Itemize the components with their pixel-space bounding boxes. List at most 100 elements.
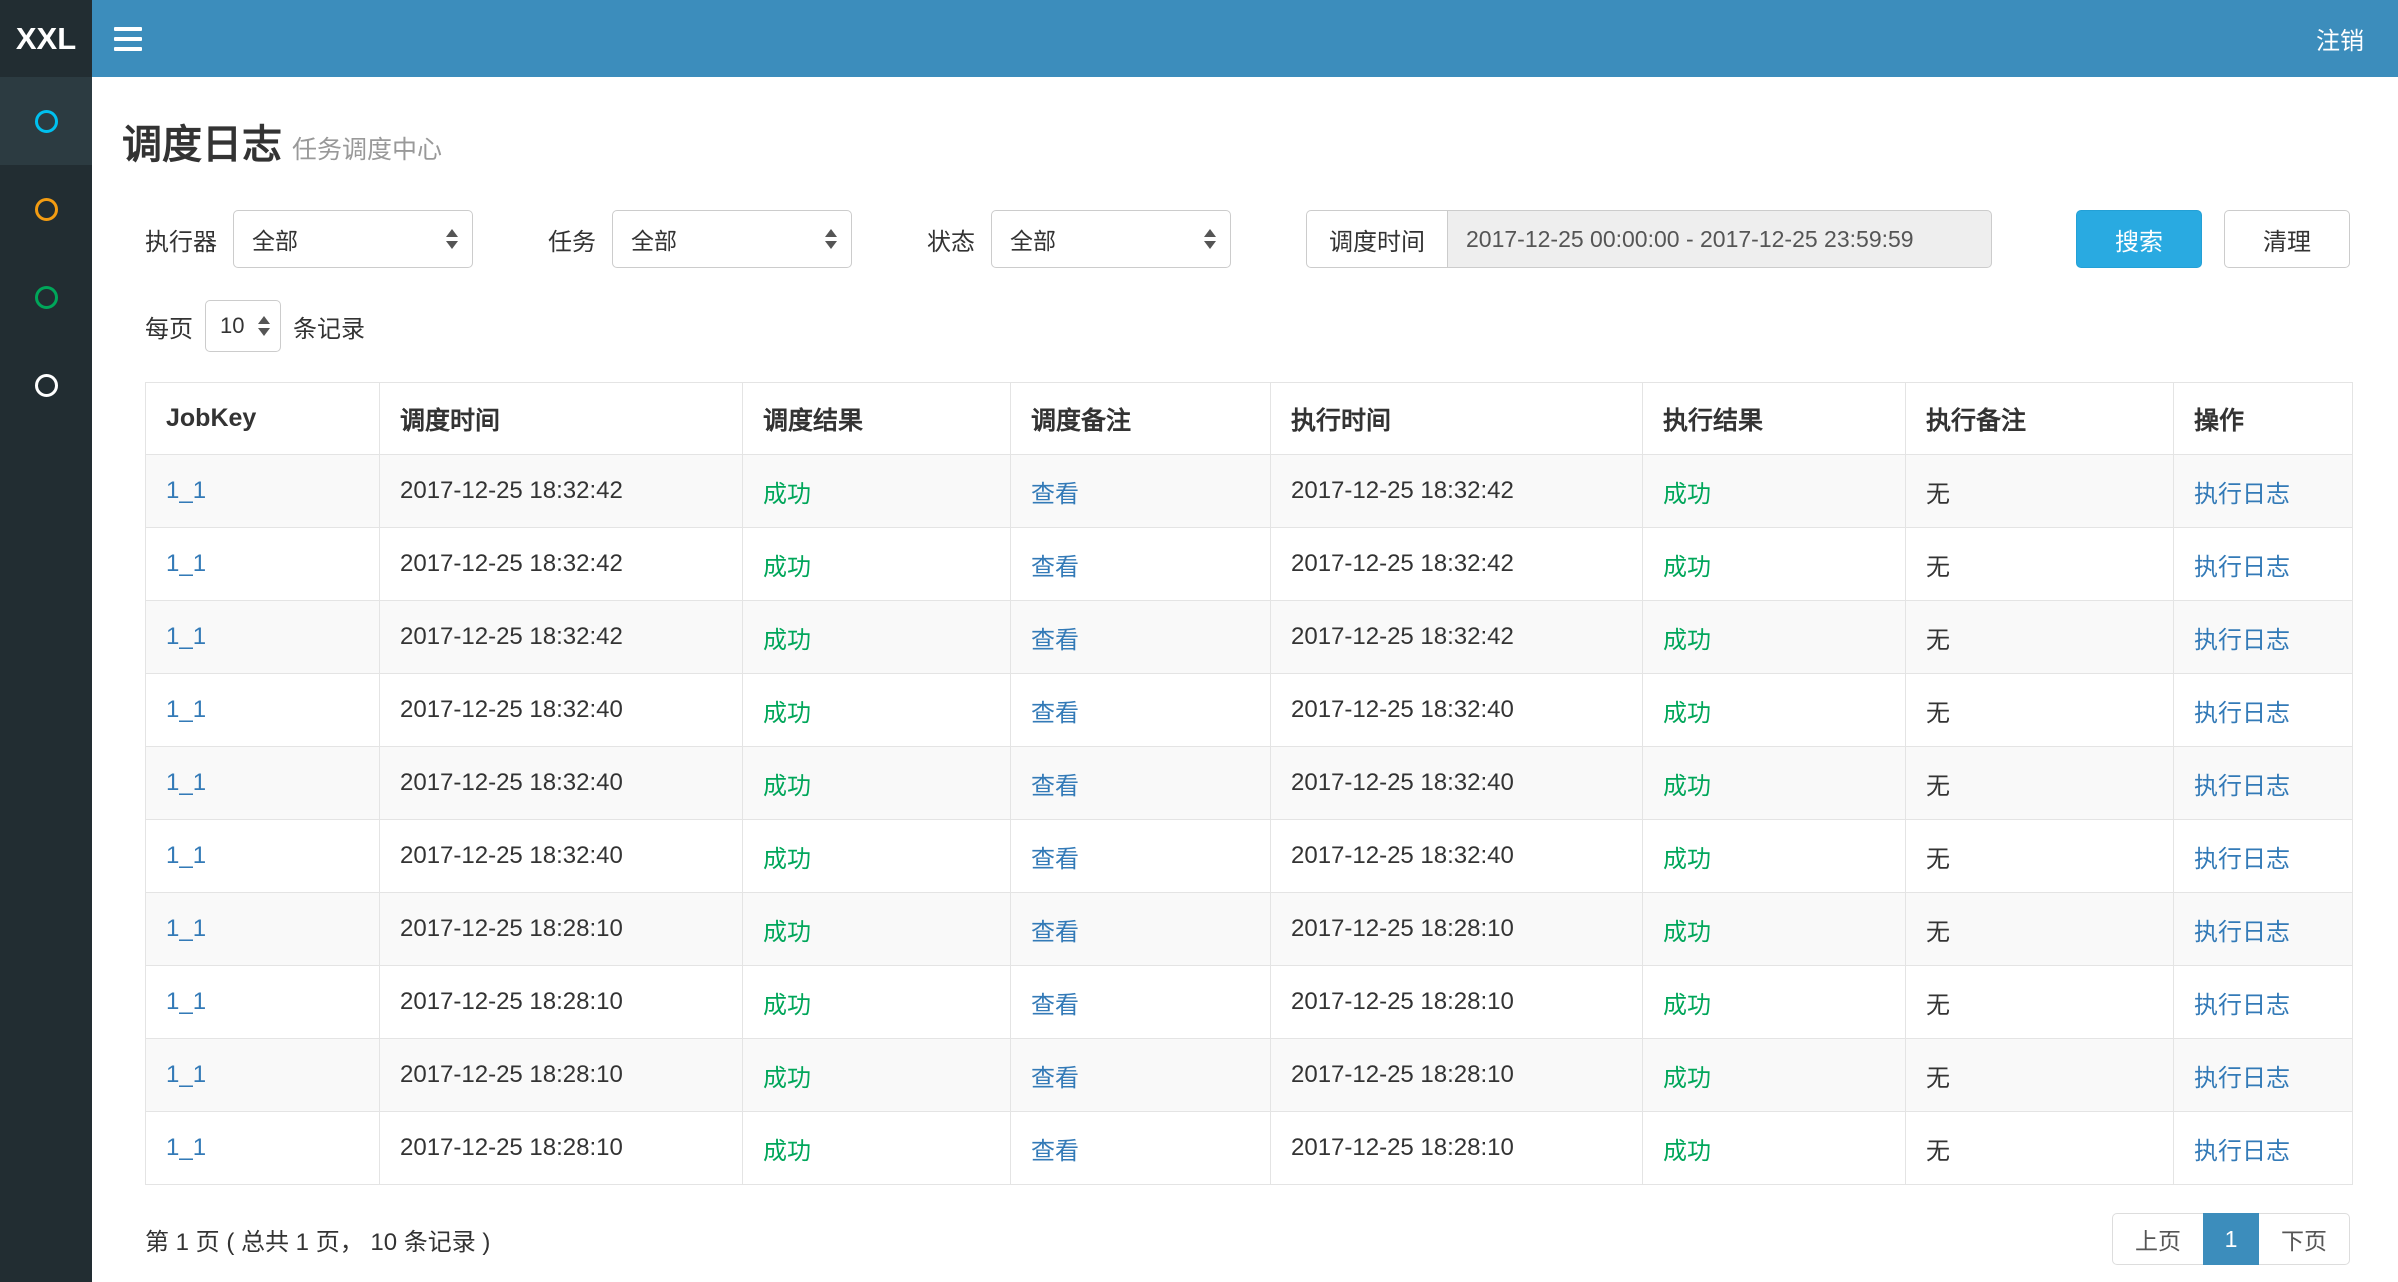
sidebar-item-3[interactable] [0,253,92,341]
sidebar-item-2[interactable] [0,165,92,253]
jobkey-cell: 1_1 [146,528,380,601]
action-link[interactable]: 执行日志 [2194,992,2290,1019]
handle-msg-cell: 无 [1906,1039,2174,1112]
executor-select-value: 全部 [252,222,298,256]
handle-time-cell: 2017-12-25 18:28:10 [1271,893,1643,966]
jobkey-link[interactable]: 1_1 [166,769,206,796]
action-link[interactable]: 执行日志 [2194,846,2290,873]
executor-label: 执行器 [145,222,217,257]
trigger-msg-link[interactable]: 查看 [1031,481,1079,508]
action-cell: 执行日志 [2174,747,2353,820]
app-logo[interactable]: XXL [0,0,92,77]
logout-link[interactable]: 注销 [2282,0,2398,77]
handle-msg-cell: 无 [1906,601,2174,674]
status-select-value: 全部 [1010,222,1056,256]
page-subtitle: 任务调度中心 [292,136,442,164]
page-size-select[interactable]: 10 [205,300,281,352]
log-table-wrap: JobKey调度时间调度结果调度备注执行时间执行结果执行备注操作 1_1 2017… [145,382,2350,1185]
select-arrows-icon [825,229,837,249]
action-cell: 执行日志 [2174,674,2353,747]
trigger-time-cell: 2017-12-25 18:32:42 [380,528,743,601]
trigger-msg-link[interactable]: 查看 [1031,1065,1079,1092]
jobkey-link[interactable]: 1_1 [166,1134,206,1161]
executor-select[interactable]: 全部 [233,210,473,268]
next-page-button[interactable]: 下页 [2258,1213,2350,1265]
trigger-msg-cell: 查看 [1011,966,1271,1039]
action-link[interactable]: 执行日志 [2194,481,2290,508]
trigger-msg-cell: 查看 [1011,1039,1271,1112]
clear-button[interactable]: 清理 [2224,210,2350,268]
trigger-msg-cell: 查看 [1011,820,1271,893]
action-link[interactable]: 执行日志 [2194,773,2290,800]
job-select[interactable]: 全部 [612,210,852,268]
jobkey-link[interactable]: 1_1 [166,988,206,1015]
action-cell: 执行日志 [2174,601,2353,674]
column-header[interactable]: 执行结果 [1643,383,1906,455]
trigger-time-cell: 2017-12-25 18:32:40 [380,674,743,747]
jobkey-cell: 1_1 [146,820,380,893]
status-select[interactable]: 全部 [991,210,1231,268]
table-row: 1_12017-12-25 18:32:42成功查看2017-12-25 18:… [146,528,2353,601]
page-number-button[interactable]: 1 [2203,1213,2259,1265]
trigger-msg-link[interactable]: 查看 [1031,919,1079,946]
trigger-time-cell: 2017-12-25 18:32:42 [380,601,743,674]
jobkey-link[interactable]: 1_1 [166,842,206,869]
trigger-msg-link[interactable]: 查看 [1031,992,1079,1019]
trigger-msg-cell: 查看 [1011,674,1271,747]
handle-time-cell: 2017-12-25 18:32:42 [1271,455,1643,528]
handle-time-cell: 2017-12-25 18:28:10 [1271,966,1643,1039]
prev-page-button[interactable]: 上页 [2112,1213,2204,1265]
handle-time-cell: 2017-12-25 18:32:42 [1271,601,1643,674]
select-arrows-icon [446,229,458,249]
column-header[interactable]: 执行备注 [1906,383,2174,455]
sidebar-item-1[interactable] [0,77,92,165]
trigger-msg-link[interactable]: 查看 [1031,700,1079,727]
action-link[interactable]: 执行日志 [2194,700,2290,727]
trigger-msg-cell: 查看 [1011,893,1271,966]
trigger-result-cell: 成功 [743,747,1011,820]
jobkey-link[interactable]: 1_1 [166,477,206,504]
handle-result-cell: 成功 [1643,528,1906,601]
trigger-msg-cell: 查看 [1011,528,1271,601]
jobkey-link[interactable]: 1_1 [166,623,206,650]
page-size-value: 10 [220,313,244,339]
handle-result-cell: 成功 [1643,820,1906,893]
content-header: 调度日志任务调度中心 [92,77,2398,174]
action-link[interactable]: 执行日志 [2194,554,2290,581]
page-size-prefix: 每页 [145,309,193,344]
time-range-input[interactable] [1447,210,1992,268]
trigger-msg-cell: 查看 [1011,601,1271,674]
action-link[interactable]: 执行日志 [2194,1065,2290,1092]
jobkey-link[interactable]: 1_1 [166,696,206,723]
column-header[interactable]: 调度备注 [1011,383,1271,455]
table-row: 1_12017-12-25 18:28:10成功查看2017-12-25 18:… [146,893,2353,966]
trigger-msg-link[interactable]: 查看 [1031,1138,1079,1165]
trigger-msg-link[interactable]: 查看 [1031,554,1079,581]
trigger-result-cell: 成功 [743,601,1011,674]
handle-time-cell: 2017-12-25 18:32:40 [1271,674,1643,747]
trigger-msg-link[interactable]: 查看 [1031,627,1079,654]
trigger-msg-link[interactable]: 查看 [1031,846,1079,873]
time-range-label: 调度时间 [1306,210,1447,268]
action-link[interactable]: 执行日志 [2194,627,2290,654]
top-navbar: XXL 注销 [0,0,2398,77]
jobkey-link[interactable]: 1_1 [166,1061,206,1088]
jobkey-link[interactable]: 1_1 [166,915,206,942]
column-header[interactable]: 操作 [2174,383,2353,455]
handle-result-cell: 成功 [1643,1039,1906,1112]
column-header[interactable]: 执行时间 [1271,383,1643,455]
jobkey-link[interactable]: 1_1 [166,550,206,577]
trigger-msg-link[interactable]: 查看 [1031,773,1079,800]
column-header[interactable]: 调度结果 [743,383,1011,455]
trigger-msg-cell: 查看 [1011,1112,1271,1185]
action-link[interactable]: 执行日志 [2194,1138,2290,1165]
column-header[interactable]: JobKey [146,383,380,455]
trigger-result-cell: 成功 [743,674,1011,747]
search-button[interactable]: 搜索 [2076,210,2202,268]
handle-time-cell: 2017-12-25 18:32:40 [1271,820,1643,893]
hamburger-bar [114,47,142,51]
sidebar-toggle-icon[interactable] [92,0,164,77]
action-link[interactable]: 执行日志 [2194,919,2290,946]
sidebar-item-4[interactable] [0,341,92,429]
column-header[interactable]: 调度时间 [380,383,743,455]
